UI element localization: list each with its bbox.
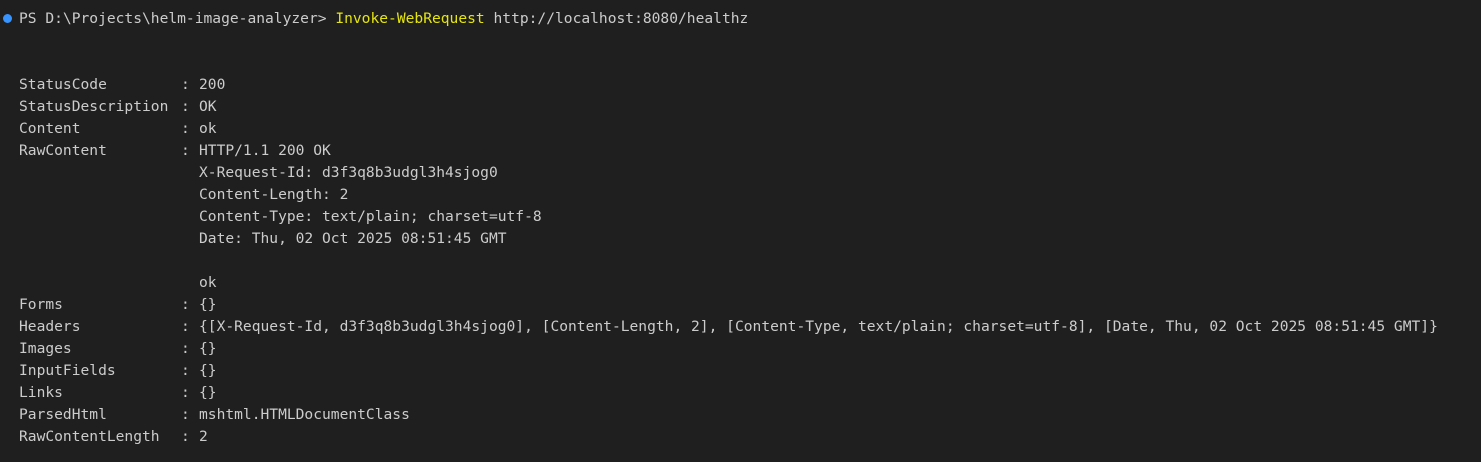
property-value: {}	[199, 296, 217, 313]
prompt-line: PS D:\Projects\helm-image-analyzer> Invo…	[19, 8, 748, 30]
raw-content-line: Date: Thu, 02 Oct 2025 08:51:45 GMT	[199, 230, 507, 247]
command-name: Invoke-WebRequest	[335, 10, 485, 27]
property-name: Links	[19, 384, 63, 401]
property-value: 200	[199, 76, 226, 93]
property-value: {}	[199, 384, 217, 401]
property-value: HTTP/1.1 200 OK	[199, 142, 331, 159]
property-row: RawContentLength:2	[19, 426, 208, 448]
property-row: Headers: {[X-Request-Id, d3f3q8b3udgl3h4s…	[19, 316, 1438, 338]
property-separator: :	[181, 406, 190, 423]
property-row: StatusCode:200	[19, 74, 225, 96]
property-name: Images	[19, 340, 72, 357]
property-separator: :	[181, 428, 190, 445]
property-row: Forms: {}	[19, 294, 217, 316]
property-name: Content	[19, 120, 81, 137]
property-row: Content: ok	[19, 118, 217, 140]
raw-content-line: ok	[199, 274, 217, 291]
terminal-panel[interactable]: PS D:\Projects\helm-image-analyzer> Invo…	[0, 0, 1481, 462]
property-value: 2	[199, 428, 208, 445]
property-name: RawContentLength	[19, 428, 160, 445]
property-name: Forms	[19, 296, 63, 313]
property-row: InputFields: {}	[19, 360, 217, 382]
property-name: InputFields	[19, 362, 116, 379]
property-row: Links: {}	[19, 382, 217, 404]
property-separator: :	[181, 76, 190, 93]
property-separator: :	[181, 98, 190, 115]
property-name: StatusDescription	[19, 98, 169, 115]
raw-content-line: Content-Type: text/plain; charset=utf-8	[199, 208, 542, 225]
property-value: {}	[199, 340, 217, 357]
property-name: Headers	[19, 318, 81, 335]
property-row: RawContent: HTTP/1.1 200 OK	[19, 140, 331, 162]
raw-content-line: X-Request-Id: d3f3q8b3udgl3h4sjog0	[199, 164, 498, 181]
property-value: OK	[199, 98, 217, 115]
property-name: StatusCode	[19, 76, 107, 93]
property-value: {}	[199, 362, 217, 379]
property-separator: :	[181, 142, 190, 159]
command-status-dot-icon[interactable]	[3, 14, 12, 23]
property-separator: :	[181, 120, 190, 137]
property-row: ParsedHtml: mshtml.HTMLDocumentClass	[19, 404, 410, 426]
prompt-text: PS D:\Projects\helm-image-analyzer>	[19, 10, 327, 27]
property-separator: :	[181, 340, 190, 357]
property-value: ok	[199, 120, 217, 137]
raw-content-line: Content-Length: 2	[199, 186, 349, 203]
property-value: {[X-Request-Id, d3f3q8b3udgl3h4sjog0], […	[199, 318, 1438, 335]
property-name: RawContent	[19, 142, 107, 159]
property-separator: :	[181, 296, 190, 313]
property-row: Images: {}	[19, 338, 217, 360]
property-value: mshtml.HTMLDocumentClass	[199, 406, 410, 423]
property-name: ParsedHtml	[19, 406, 107, 423]
property-row: StatusDescription: OK	[19, 96, 217, 118]
command-argument: http://localhost:8080/healthz	[493, 10, 749, 27]
property-separator: :	[181, 318, 190, 335]
property-separator: :	[181, 384, 190, 401]
property-separator: :	[181, 362, 190, 379]
